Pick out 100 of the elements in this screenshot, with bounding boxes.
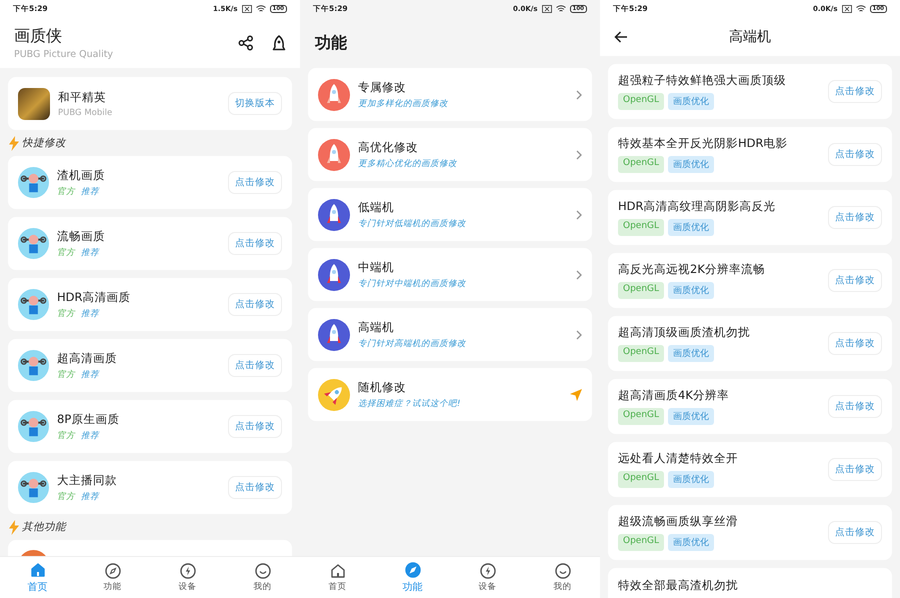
smiley-icon: [554, 562, 570, 578]
apply-button[interactable]: 点击修改: [828, 143, 882, 166]
nav-tab[interactable]: 我的: [225, 557, 300, 598]
apply-button[interactable]: 点击修改: [828, 521, 882, 544]
lightning-icon: [180, 562, 196, 578]
wifi-icon: [856, 5, 866, 13]
rocket-icon: [318, 378, 350, 410]
back-arrow-icon[interactable]: [614, 31, 628, 43]
feature-name: 高端机: [358, 320, 395, 334]
feature-description: 更加多样化的画质修改: [358, 98, 449, 110]
config-name: HDR高清高纹理高阴影高反光: [618, 199, 776, 214]
tag: OpenGL: [618, 156, 664, 173]
apply-button[interactable]: 点击修改: [828, 80, 882, 103]
mechanic-avatar-icon: [18, 472, 49, 503]
chevron-right-icon: [576, 90, 582, 100]
apply-button[interactable]: 点击修改: [828, 395, 882, 418]
mechanic-avatar-icon: [18, 289, 49, 320]
mechanic-avatar-icon: [18, 411, 49, 442]
feature-card[interactable]: 高优化修改 更多精心优化的画质修改: [308, 128, 592, 181]
preset-name: HDR高清画质: [57, 290, 132, 304]
nav-tab[interactable]: 设备: [450, 557, 525, 598]
rocket-icon: [318, 138, 350, 170]
apply-button[interactable]: 点击修改: [228, 415, 282, 438]
apply-button[interactable]: 点击修改: [228, 476, 282, 499]
page-title: 功能: [314, 32, 348, 54]
apply-button[interactable]: 点击修改: [228, 354, 282, 377]
config-name: 超高清画质4K分辨率: [618, 388, 730, 403]
apply-button[interactable]: 点击修改: [228, 232, 282, 255]
nav-tab[interactable]: 功能: [375, 557, 450, 598]
preset-name: 大主播同款: [57, 472, 118, 488]
apply-button[interactable]: 点击修改: [828, 332, 882, 355]
rocket-icon: [318, 318, 350, 350]
feature-description: 专门针对中端机的画质修改: [358, 278, 467, 290]
official-label: 官方: [57, 430, 75, 442]
official-label: 官方: [57, 246, 75, 258]
tag: 画质优化: [668, 93, 714, 110]
game-name: 和平精英: [58, 90, 107, 104]
official-label: 官方: [57, 368, 75, 380]
compass-icon: [404, 562, 420, 578]
apply-button[interactable]: 点击修改: [228, 171, 282, 194]
feature-description: 更多精心优化的画质修改: [358, 158, 458, 170]
tag: 画质优化: [668, 408, 714, 425]
sim-off-icon: [542, 5, 552, 13]
tag: OpenGL: [618, 282, 664, 299]
apply-button[interactable]: 点击修改: [228, 293, 282, 316]
preset-name: 8P原生画质: [57, 412, 120, 426]
wifi-icon: [556, 5, 566, 13]
home-icon: [30, 562, 46, 578]
sim-off-icon: [842, 5, 852, 13]
rocket-icon: [318, 258, 350, 290]
chevron-right-icon: [576, 210, 582, 220]
tag: OpenGL: [618, 534, 664, 551]
recommend-label: 推荐: [81, 368, 99, 380]
rocket-icon[interactable]: [272, 35, 286, 51]
compass-icon: [104, 562, 120, 578]
mechanic-avatar-icon: [18, 167, 49, 198]
recommend-label: 推荐: [81, 246, 99, 258]
official-label: 官方: [57, 308, 75, 320]
config-name: 超高清顶级画质渣机勿扰: [618, 325, 751, 340]
tag: OpenGL: [618, 345, 664, 362]
recommend-label: 推荐: [81, 430, 99, 442]
rocket-icon: [318, 78, 350, 110]
nav-tab[interactable]: 我的: [525, 557, 600, 598]
nav-tab[interactable]: 设备: [150, 557, 225, 598]
feature-description: 专门针对低端机的画质修改: [358, 218, 467, 230]
apply-button[interactable]: 点击修改: [828, 458, 882, 481]
tag: OpenGL: [618, 471, 664, 488]
recommend-label: 推荐: [81, 490, 99, 502]
tag: OpenGL: [618, 408, 664, 425]
feature-card[interactable]: 专属修改 更加多样化的画质修改: [308, 68, 592, 121]
recommend-label: 推荐: [81, 186, 99, 198]
nav-tab[interactable]: 首页: [300, 557, 375, 598]
home-icon: [330, 562, 346, 578]
apply-button[interactable]: 点击修改: [828, 269, 882, 292]
switch-version-button[interactable]: 切换版本: [228, 92, 282, 115]
share-icon[interactable]: [238, 35, 254, 51]
nav-tab[interactable]: 首页: [0, 557, 75, 598]
paper-plane-icon: [570, 388, 582, 400]
feature-description: 选择困难症？试试这个吧!: [358, 398, 462, 410]
smiley-icon: [254, 562, 270, 578]
tag: OpenGL: [618, 93, 664, 110]
config-name: 特效基本全开反光阴影HDR电影: [618, 136, 788, 151]
feature-card[interactable]: 随机修改 选择困难症？试试这个吧!: [308, 368, 592, 421]
game-subtitle: PUBG Mobile: [58, 108, 114, 118]
config-name: 高反光高远视2K分辨率流畅: [618, 262, 766, 277]
feature-card[interactable]: 中端机 专门针对中端机的画质修改: [308, 248, 592, 301]
config-name: 远处看人清楚特效全开: [618, 451, 739, 466]
apply-button[interactable]: 点击修改: [828, 206, 882, 229]
config-name: 超强粒子特效鲜艳强大画质顶级: [618, 73, 787, 88]
nav-tab[interactable]: 功能: [75, 557, 150, 598]
config-name: 特效全部最高渣机勿扰: [618, 578, 739, 593]
feature-name: 专属修改: [358, 80, 407, 94]
app-subtitle: PUBG Picture Quality: [14, 49, 114, 60]
rocket-icon: [318, 198, 350, 230]
page-title: 高端机: [729, 28, 771, 46]
feature-card[interactable]: 高端机 专门针对高端机的画质修改: [308, 308, 592, 361]
feature-name: 随机修改: [358, 380, 407, 394]
feature-card[interactable]: 低端机 专门针对低端机的画质修改: [308, 188, 592, 241]
config-name: 超级流畅画质纵享丝滑: [618, 514, 739, 529]
tag: 画质优化: [668, 471, 714, 488]
